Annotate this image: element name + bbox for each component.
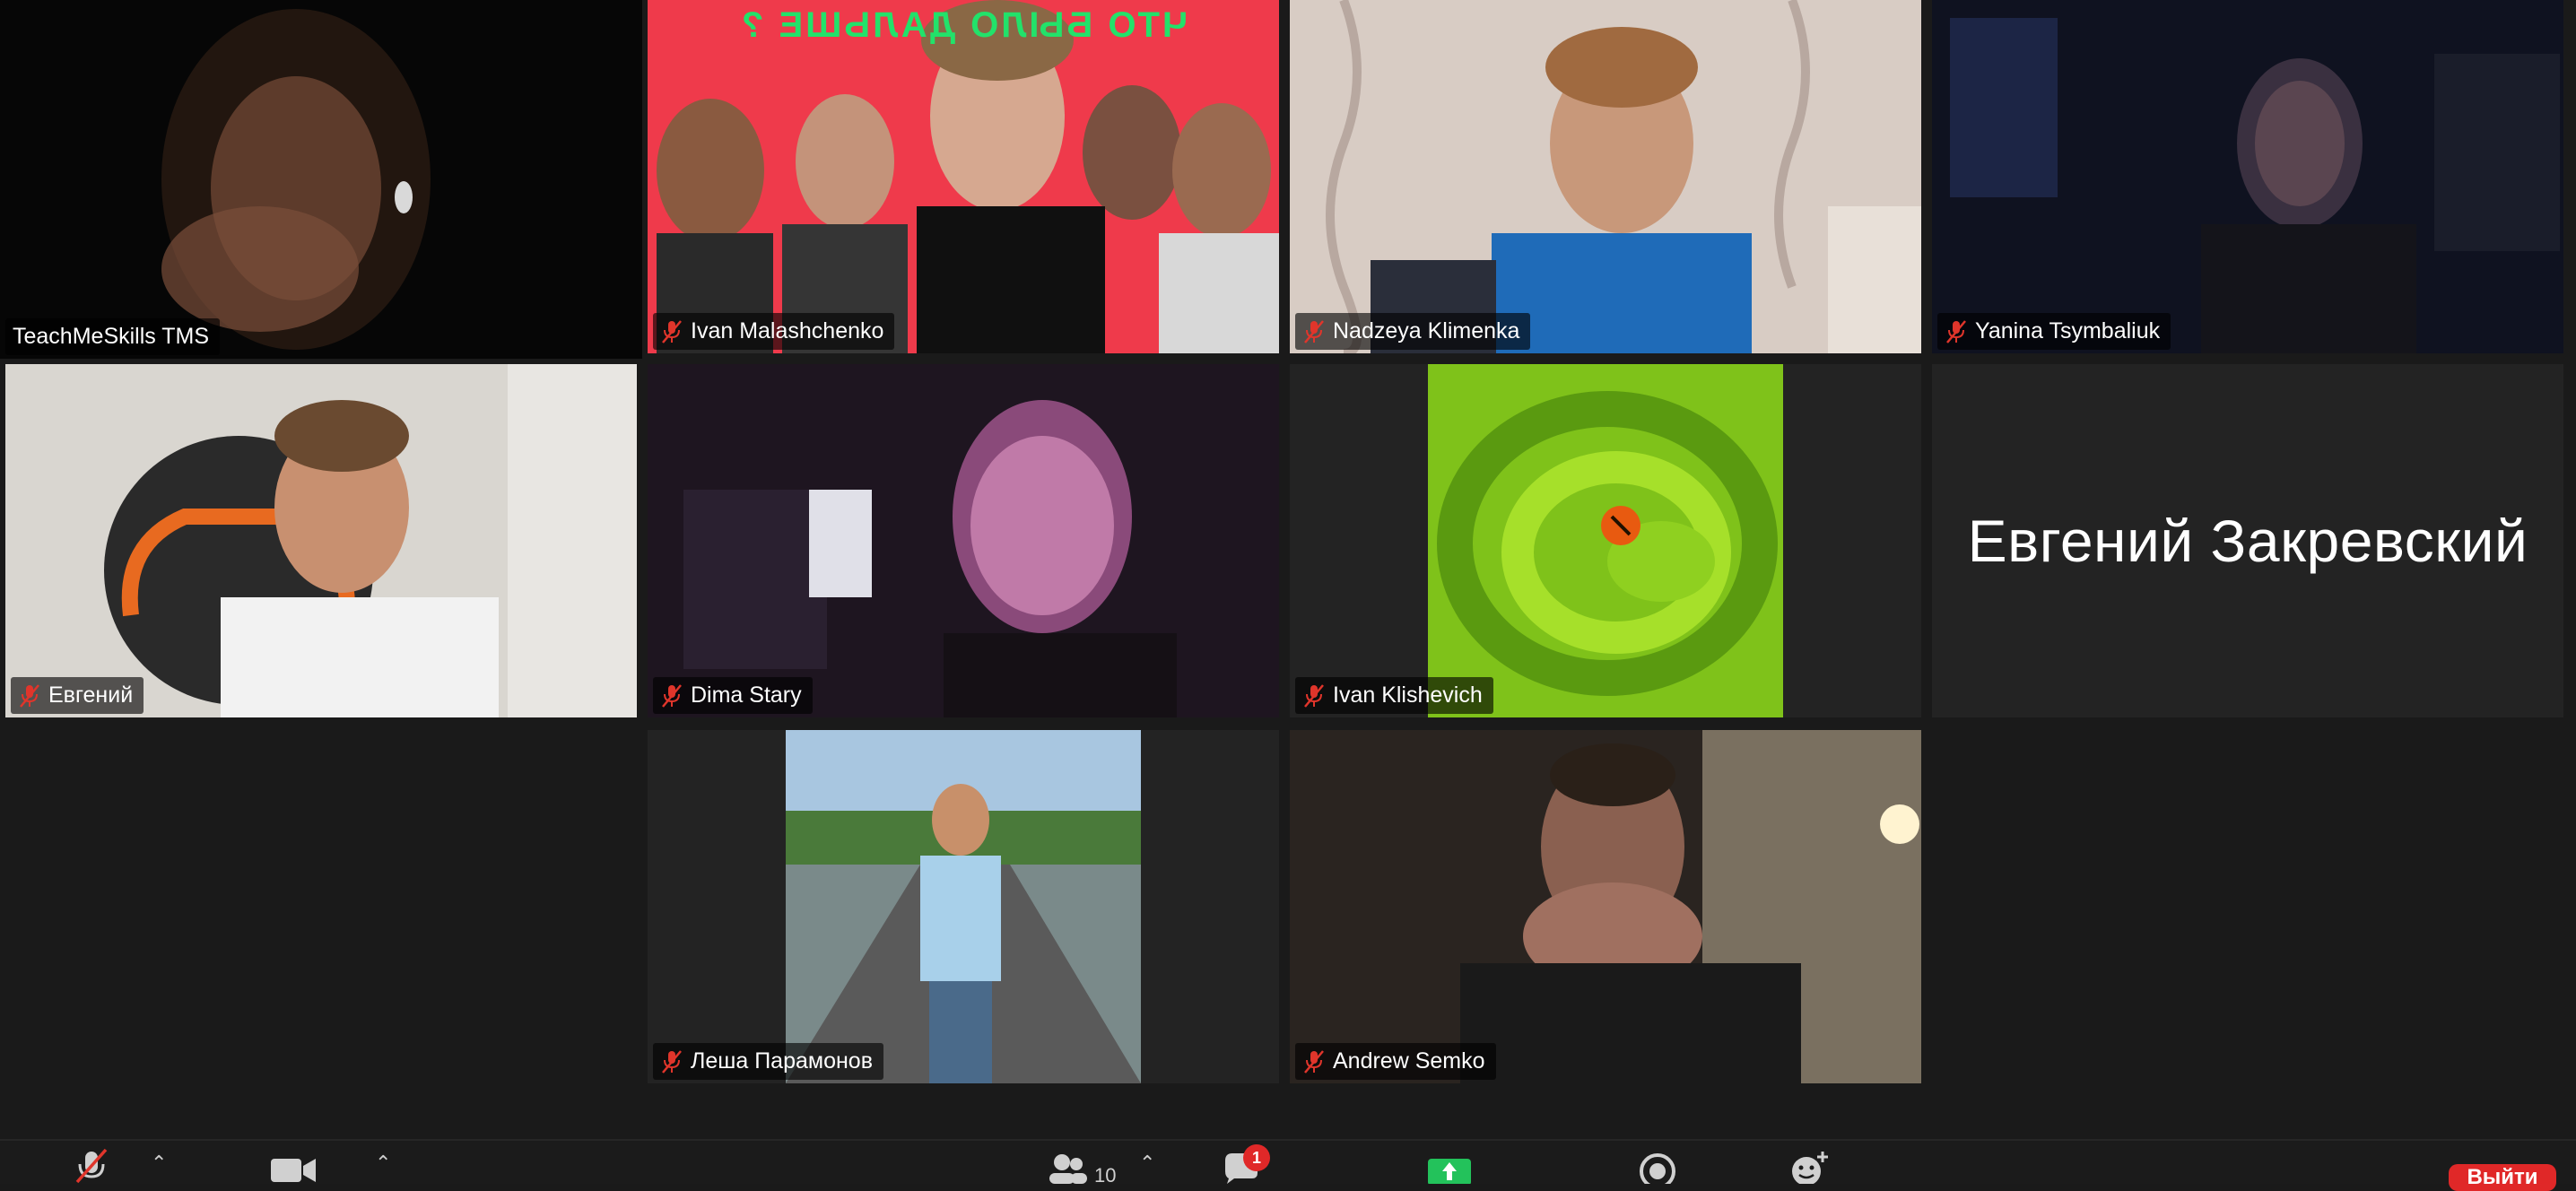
participant-video <box>648 0 1279 353</box>
participant-name: TeachMeSkills TMS <box>13 324 210 349</box>
participants-icon <box>1049 1154 1087 1184</box>
name-tag: TeachMeSkills TMS <box>5 318 221 355</box>
participant-count: 10 <box>1094 1164 1117 1187</box>
video-tile-ivan-malashchenko[interactable]: ЧТО БЫЛО ДАЛЬШЕ ? Ivan Malashchenko <box>648 0 1279 353</box>
video-camera-icon <box>271 1159 316 1182</box>
participant-name-large: Евгений Закревский <box>1967 508 2528 574</box>
mic-muted-icon <box>1946 319 1966 343</box>
participants-button[interactable]: 10 <box>1046 1144 1117 1187</box>
mic-muted-icon <box>1304 1049 1324 1074</box>
name-tag: Евгений <box>11 677 144 714</box>
reaction-emoji-icon <box>1792 1152 1828 1184</box>
participant-name: Yanina Tsymbaliuk <box>1975 318 2161 343</box>
participant-name: Леша Парамонов <box>691 1048 873 1074</box>
name-tag: Леша Парамонов <box>653 1043 883 1080</box>
chat-unread-badge: 1 <box>1243 1144 1270 1171</box>
participants-options-chevron-icon[interactable]: ⌃ <box>1139 1152 1155 1175</box>
mic-muted-icon <box>662 319 682 343</box>
participant-video <box>1290 730 1921 1083</box>
participant-name: Ivan Klishevich <box>1333 682 1483 708</box>
mic-muted-icon <box>75 1148 108 1184</box>
mic-muted-icon <box>662 683 682 708</box>
name-tag: Dima Stary <box>653 677 813 714</box>
record-icon <box>1640 1153 1675 1184</box>
participant-name: Nadzeya Klimenka <box>1333 318 1520 343</box>
mic-muted-icon <box>1304 683 1324 708</box>
start-video-button[interactable] <box>269 1144 318 1184</box>
profile-picture <box>786 730 1141 1083</box>
video-tile-dima-stary[interactable]: Dima Stary <box>648 364 1279 717</box>
video-options-chevron-icon[interactable]: ⌃ <box>375 1152 391 1175</box>
video-tile-ivan-klishevich[interactable]: Ivan Klishevich <box>1290 364 1921 717</box>
participant-name: Евгений <box>48 682 134 708</box>
video-tile-yanina-tsymbaliuk[interactable]: Yanina Tsymbaliuk <box>1932 0 2563 353</box>
name-tag: Nadzeya Klimenka <box>1295 313 1531 350</box>
banner-text: ЧТО БЫЛО ДАЛЬШЕ ? <box>738 5 1188 45</box>
video-tile-lesha-paramonov[interactable]: Леша Парамонов <box>648 730 1279 1083</box>
reactions-button[interactable] <box>1788 1144 1832 1184</box>
mic-muted-icon <box>20 683 39 708</box>
record-button[interactable] <box>1638 1144 1677 1184</box>
participant-video <box>1290 0 1921 353</box>
participant-name: Dima Stary <box>691 682 802 708</box>
profile-picture <box>1428 364 1783 717</box>
participant-video <box>5 364 637 717</box>
participant-video <box>1932 0 2563 353</box>
share-screen-icon <box>1428 1159 1471 1184</box>
video-tile-evgeniy[interactable]: Евгений <box>5 364 637 717</box>
gallery-view: TeachMeSkills TMS ЧТО БЫЛО ДАЛЬШЕ ? Ivan… <box>0 0 2576 1139</box>
audio-options-chevron-icon[interactable]: ⌃ <box>151 1152 167 1175</box>
video-tile-evgeniy-zakrevskiy[interactable]: Евгений Закревский <box>1932 364 2563 717</box>
unmute-button[interactable] <box>74 1144 109 1184</box>
video-tile-teachmeskills[interactable]: TeachMeSkills TMS <box>0 0 642 359</box>
participant-video <box>648 364 1279 717</box>
meeting-toolbar: ⌃ ⌃ 10 ⌃ Выйти <box>0 1139 2576 1191</box>
participant-video <box>0 0 642 359</box>
participant-name: Andrew Semko <box>1333 1048 1485 1074</box>
video-tile-andrew-semko[interactable]: Andrew Semko <box>1290 730 1921 1083</box>
mic-muted-icon <box>662 1049 682 1074</box>
participant-name: Ivan Malashchenko <box>691 318 884 343</box>
name-tag: Ivan Malashchenko <box>653 313 895 350</box>
mic-muted-icon <box>1304 319 1324 343</box>
name-tag: Ivan Klishevich <box>1295 677 1493 714</box>
video-tile-nadzeya-klimenka[interactable]: Nadzeya Klimenka <box>1290 0 1921 353</box>
name-tag: Yanina Tsymbaliuk <box>1937 313 2171 350</box>
leave-button[interactable]: Выйти <box>2449 1164 2556 1191</box>
share-screen-button[interactable] <box>1426 1144 1473 1184</box>
name-tag: Andrew Semko <box>1295 1043 1496 1080</box>
